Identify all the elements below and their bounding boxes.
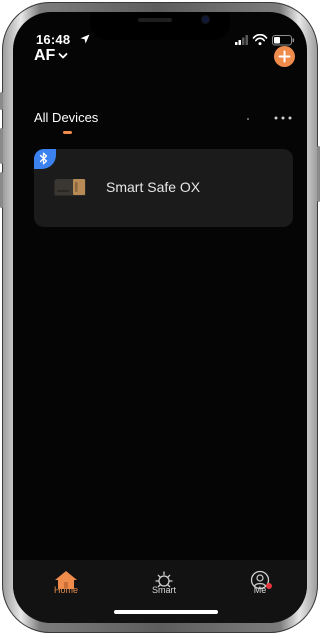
home-indicator [114,610,218,614]
cellular-signal-icon [235,35,248,45]
device-name: Smart Safe OX [106,179,201,195]
battery-icon [272,35,295,46]
status-time: 16:48 [36,32,71,47]
tab-smart[interactable]: Smart [139,570,189,600]
device-card[interactable]: Smart Safe OX [34,149,293,227]
tab-smart-label: Smart [151,585,176,595]
bluetooth-badge [34,149,56,169]
tab-all-devices[interactable]: All Devices [34,110,98,125]
app-screen: 16:48 AF All Devices Smart Safe OX Home … [13,12,307,623]
smart-safe-icon [54,179,86,196]
earpiece-speaker [138,18,172,22]
tab-home-label: Home [53,585,78,595]
location-arrow-icon [80,34,90,44]
bluetooth-icon [39,152,48,165]
more-horizontal-icon[interactable] [272,111,294,125]
home-selector[interactable]: AF [34,47,55,65]
tab-home[interactable]: Home [41,570,91,600]
add-device-button[interactable] [274,46,295,67]
tab-me[interactable]: Me [235,570,285,600]
tab-active-indicator [63,131,72,134]
chevron-down-icon[interactable] [58,52,68,60]
tab-scroll-indicator [247,118,249,120]
volume-up-button [0,128,3,164]
status-icons [235,34,295,46]
plus-icon [278,50,291,63]
front-camera [202,16,209,23]
tab-me-label: Me [253,585,267,595]
wifi-icon [252,34,268,46]
volume-down-button [0,172,3,208]
mute-switch [0,92,3,110]
notch [90,12,230,40]
